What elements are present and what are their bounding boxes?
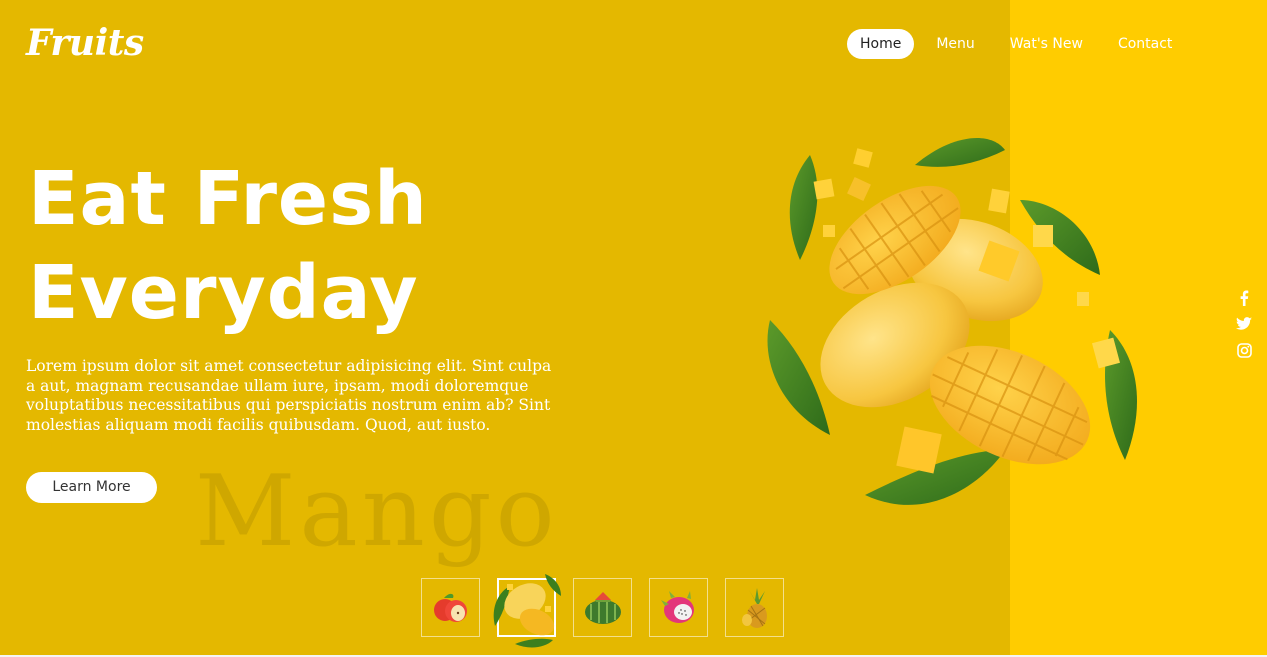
nav-contact[interactable]: Contact [1105, 29, 1185, 59]
main-nav: Home Menu Wat's New Contact [847, 29, 1194, 59]
mango-icon [493, 574, 561, 648]
hero-description: Lorem ipsum dolor sit amet consectetur a… [26, 357, 552, 434]
dragon-fruit-icon [660, 590, 694, 623]
nav-home[interactable]: Home [847, 29, 915, 59]
fruit-name-watermark: Mango [195, 455, 559, 569]
pineapple-icon [741, 587, 767, 628]
fruit-thumbnails [421, 574, 784, 648]
thumbnail-mango[interactable] [493, 574, 561, 648]
hero-title-line-1: Eat Fresh [28, 156, 428, 242]
facebook-icon[interactable] [1236, 290, 1252, 306]
twitter-icon[interactable] [1236, 316, 1252, 332]
nav-whats-new[interactable]: Wat's New [997, 29, 1096, 59]
social-links [1236, 290, 1252, 358]
thumbnail-apple[interactable] [421, 578, 480, 637]
thumbnail-pineapple[interactable] [725, 578, 784, 637]
nav-menu[interactable]: Menu [923, 29, 987, 59]
landing-page: Fruits Home Menu Wat's New Contact Eat F… [0, 0, 1267, 657]
instagram-icon[interactable] [1236, 342, 1252, 358]
thumbnail-dragon-fruit[interactable] [649, 578, 708, 637]
hero-title-line-2: Everyday [28, 250, 419, 336]
brand-logo[interactable]: Fruits [26, 22, 144, 64]
hero-title: Eat Fresh Everyday [28, 152, 428, 340]
mango-illustration [767, 138, 1137, 505]
watermelon-icon [584, 591, 621, 624]
thumbnail-watermelon[interactable] [573, 578, 632, 637]
apple-icon [433, 593, 467, 622]
learn-more-button[interactable]: Learn More [26, 472, 157, 503]
